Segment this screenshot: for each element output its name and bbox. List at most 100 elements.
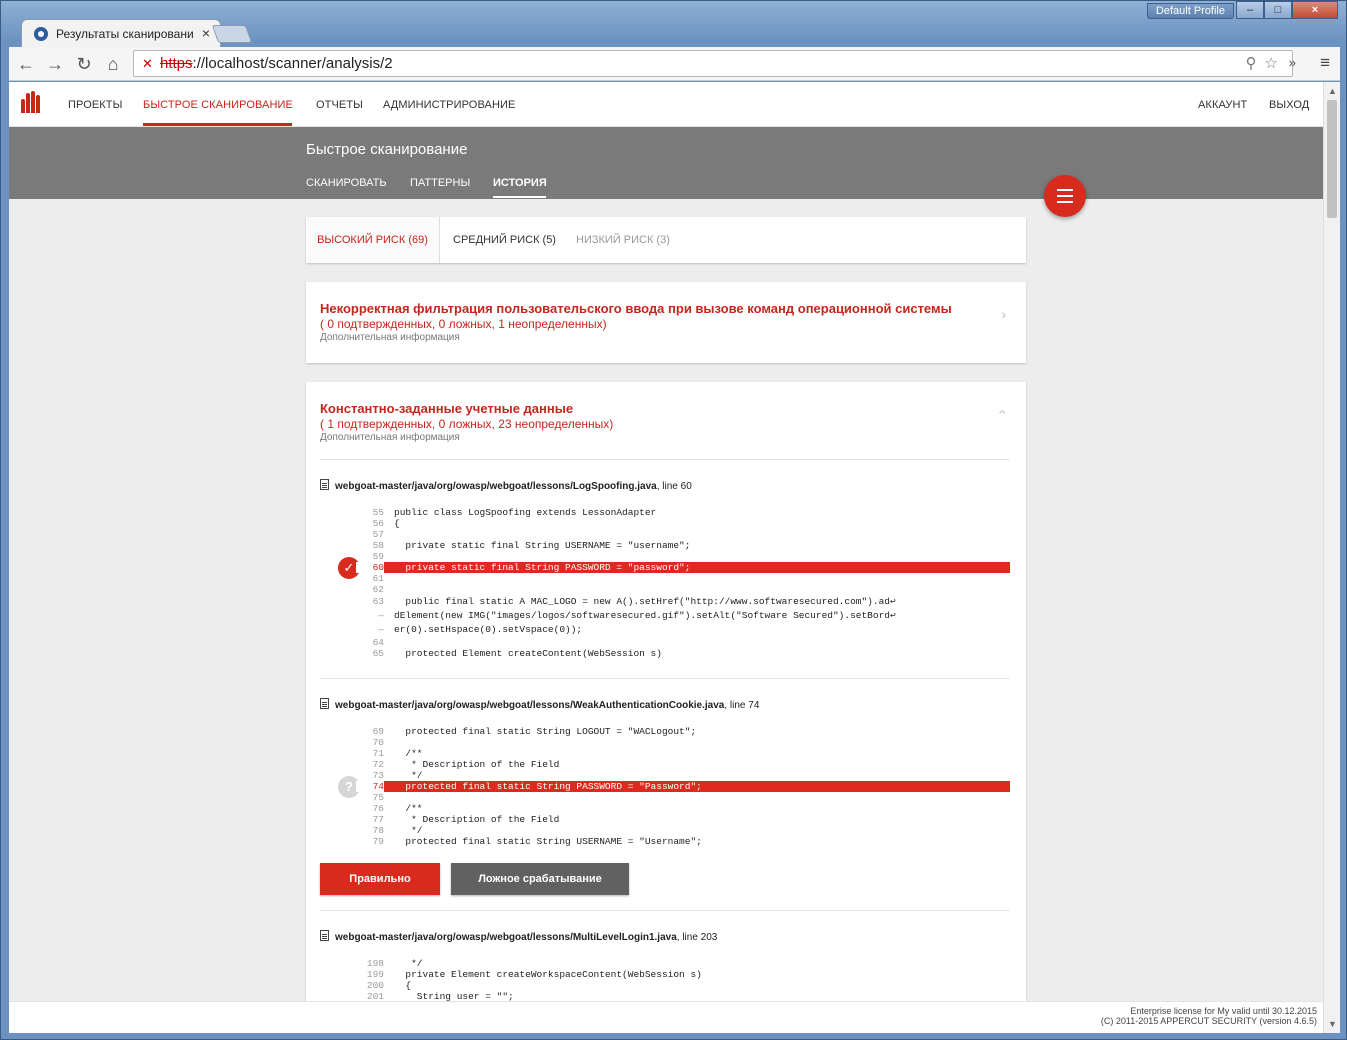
mark-false-positive-button[interactable]: Ложное срабатывание xyxy=(451,863,629,895)
code-text: private static final String PASSWORD = "… xyxy=(394,562,691,573)
tab-patterns[interactable]: ПАТТЕРНЫ xyxy=(410,177,470,189)
browser-menu-icon[interactable]: ≡ xyxy=(1320,53,1330,73)
risk-tabs: ВЫСОКИЙ РИСК (69) СРЕДНИЙ РИСК (5) НИЗКИ… xyxy=(306,217,1026,263)
code-text: er(0).setHspace(0).setVspace(0)); xyxy=(394,624,583,635)
tab-close-icon[interactable]: × xyxy=(202,25,210,41)
code-line: 78 */ xyxy=(356,825,1010,836)
new-tab-button[interactable] xyxy=(211,25,253,43)
finding-path[interactable]: webgoat-master/java/org/owasp/webgoat/le… xyxy=(335,481,657,492)
line-number: 75 xyxy=(372,792,384,803)
tab-low-risk[interactable]: НИЗКИЙ РИСК (3) xyxy=(576,217,670,263)
back-button[interactable]: ← xyxy=(15,53,37,75)
finding-line: , line 203 xyxy=(676,932,718,943)
code-text: */ xyxy=(394,825,423,836)
line-number: 58 xyxy=(372,540,384,551)
address-bar[interactable]: ✕ https://localhost/scanner/analysis/2 ⚲… xyxy=(133,50,1293,77)
reload-button[interactable]: ↻ xyxy=(73,53,95,75)
code-line: 71 /** xyxy=(356,748,1010,759)
code-text: protected Element createContent(WebSessi… xyxy=(394,648,662,659)
file-icon xyxy=(320,698,329,709)
code-line: 198 */ xyxy=(356,958,1010,969)
section-header: Быстрое сканирование СКАНИРОВАТЬ ПАТТЕРН… xyxy=(9,127,1323,199)
insecure-lock-icon: ✕ xyxy=(142,56,153,71)
code-snippet: 55 public class LogSpoofing extends Lesso… xyxy=(356,507,1010,659)
code-line: 55 public class LogSpoofing extends Lesso… xyxy=(356,507,1010,518)
zoom-star-icons[interactable]: ⚲☆ xyxy=(1246,54,1286,72)
line-number: 74 xyxy=(356,781,384,792)
home-button[interactable]: ⌂ xyxy=(102,53,124,75)
forward-button[interactable]: → xyxy=(44,53,66,75)
nav-logout[interactable]: ВЫХОД xyxy=(1269,99,1309,111)
license-footer: Enterprise license for My valid until 30… xyxy=(9,1001,1323,1033)
code-snippet: 198 */199 private Element createWorkspac… xyxy=(356,958,1010,1002)
tab-scan[interactable]: СКАНИРОВАТЬ xyxy=(306,177,387,189)
finding-path[interactable]: webgoat-master/java/org/owasp/webgoat/le… xyxy=(335,700,724,711)
nav-quick-scan[interactable]: БЫСТРОЕ СКАНИРОВАНИЕ xyxy=(143,99,293,111)
close-window-button[interactable]: × xyxy=(1292,1,1338,19)
file-icon xyxy=(320,930,329,941)
active-nav-indicator xyxy=(143,123,292,126)
page-title: Быстрое сканирование xyxy=(306,141,468,158)
vuln-title: Некорректная фильтрация пользовательског… xyxy=(320,301,952,316)
code-line: 64 xyxy=(356,637,1010,648)
file-icon xyxy=(320,479,329,490)
code-line: — dElement(new IMG("images/logos/software… xyxy=(356,609,1010,623)
active-subtab-indicator xyxy=(493,196,546,198)
nav-account[interactable]: АККАУНТ xyxy=(1198,99,1247,111)
finding-path[interactable]: webgoat-master/java/org/owasp/webgoat/le… xyxy=(335,932,677,943)
maximize-button[interactable]: □ xyxy=(1264,1,1292,19)
code-line: 200 { xyxy=(356,980,1010,991)
window-controls: – □ × xyxy=(1236,1,1338,19)
code-line: 62 xyxy=(356,584,1010,595)
app-logo[interactable] xyxy=(21,91,43,115)
browser-tab[interactable]: Результаты сканировани × xyxy=(21,19,221,47)
code-snippet: 69 protected final static String LOGOUT … xyxy=(356,726,1010,847)
menu-fab-button[interactable] xyxy=(1044,175,1086,217)
extensions-overflow-icon[interactable]: » xyxy=(1289,55,1296,70)
line-number: 65 xyxy=(372,648,384,659)
mark-correct-button[interactable]: Правильно xyxy=(320,863,440,895)
code-line: 199 private Element createWorkspaceConte… xyxy=(356,969,1010,980)
expand-chevron-icon[interactable]: › xyxy=(1001,306,1006,322)
line-number: 79 xyxy=(372,836,384,847)
tab-medium-risk[interactable]: СРЕДНИЙ РИСК (5) xyxy=(453,217,556,263)
minimize-button[interactable]: – xyxy=(1236,1,1264,19)
more-info-link[interactable]: Дополнительная информация xyxy=(320,432,460,443)
code-line: 63 public final static A MAC_LOGO = new … xyxy=(356,595,1010,609)
line-number: — xyxy=(378,624,384,635)
finding-file: webgoat-master/java/org/owasp/webgoat/le… xyxy=(320,479,692,492)
code-line: 77 * Description of the Field xyxy=(356,814,1010,825)
browser-toolbar: ← → ↻ ⌂ ✕ https://localhost/scanner/anal… xyxy=(9,47,1340,81)
line-number: 72 xyxy=(372,759,384,770)
collapse-chevron-icon[interactable]: ‹ xyxy=(996,410,1012,415)
finding-line: , line 60 xyxy=(656,481,692,492)
scroll-up-icon[interactable]: ▲ xyxy=(1328,86,1337,96)
vuln-counts: ( 1 подтвержденных, 0 ложных, 23 неопред… xyxy=(320,417,614,431)
nav-projects[interactable]: ПРОЕКТЫ xyxy=(68,99,122,111)
line-number: 56 xyxy=(372,518,384,529)
vuln-title: Константно-заданные учетные данные xyxy=(320,401,574,416)
nav-administration[interactable]: АДМИНИСТРИРОВАНИЕ xyxy=(383,99,515,111)
scroll-down-icon[interactable]: ▼ xyxy=(1328,1019,1337,1029)
tab-history[interactable]: ИСТОРИЯ xyxy=(493,177,547,189)
code-text: * Description of the Field xyxy=(394,759,560,770)
more-info-link[interactable]: Дополнительная информация xyxy=(320,332,460,343)
line-number: 64 xyxy=(372,637,384,648)
code-text: dElement(new IMG("images/logos/softwares… xyxy=(394,610,896,621)
code-line: 59 xyxy=(356,551,1010,562)
tab-high-risk[interactable]: ВЫСОКИЙ РИСК (69) xyxy=(306,217,440,263)
line-number: 57 xyxy=(372,529,384,540)
finding-file: webgoat-master/java/org/owasp/webgoat/le… xyxy=(320,930,717,943)
nav-reports[interactable]: ОТЧЕТЫ xyxy=(316,99,363,111)
line-number: 199 xyxy=(366,969,384,980)
profile-badge[interactable]: Default Profile xyxy=(1146,3,1234,19)
scroll-thumb[interactable] xyxy=(1327,100,1337,218)
url-text: https://localhost/scanner/analysis/2 xyxy=(160,55,393,72)
code-text: public final static A MAC_LOGO = new A()… xyxy=(394,596,896,607)
code-text: private static final String USERNAME = "… xyxy=(394,540,691,551)
line-number: 77 xyxy=(372,814,384,825)
page-scrollbar[interactable]: ▲ ▼ xyxy=(1323,82,1340,1033)
code-line: 72 * Description of the Field xyxy=(356,759,1010,770)
line-number: 198 xyxy=(366,958,384,969)
vuln-card-collapsed[interactable]: Некорректная фильтрация пользовательског… xyxy=(306,282,1026,363)
